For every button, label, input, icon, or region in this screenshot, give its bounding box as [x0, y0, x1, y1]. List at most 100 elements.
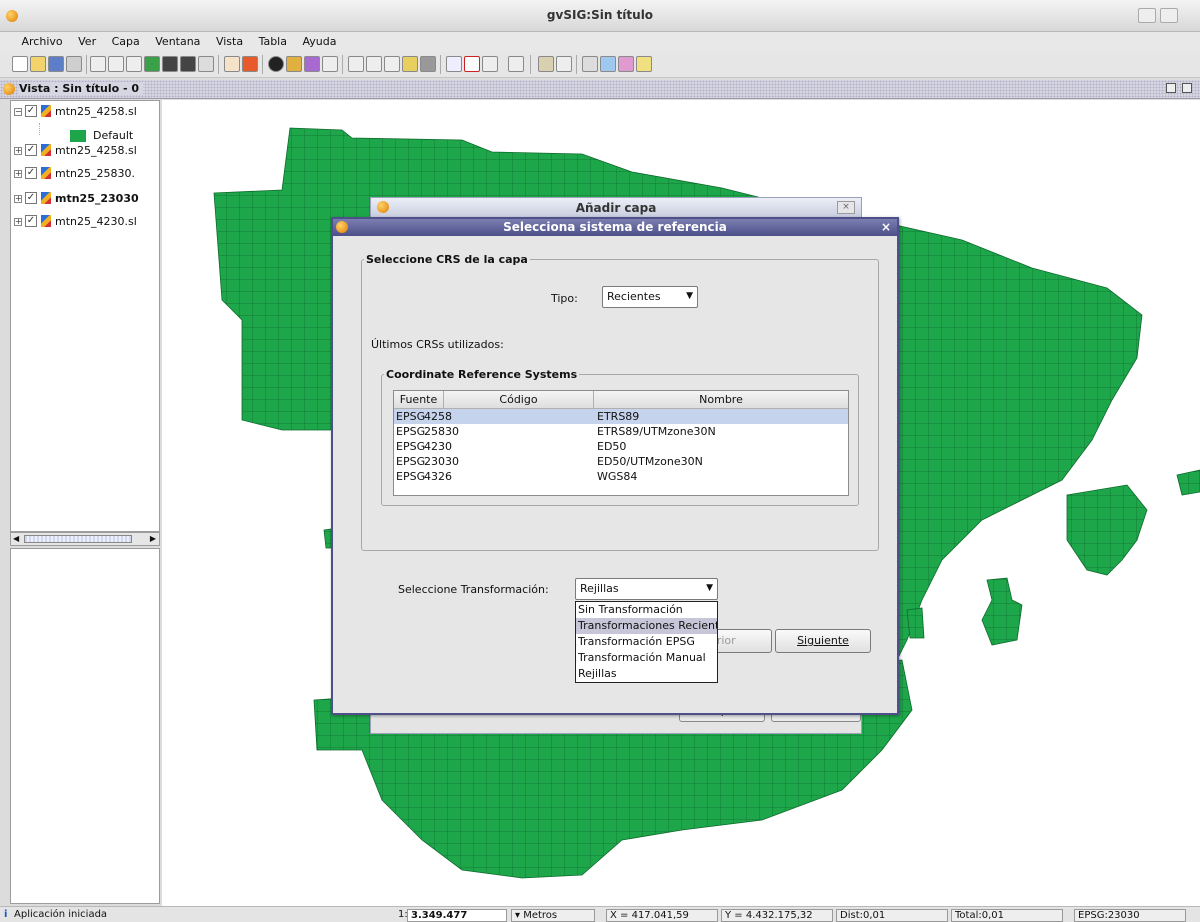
recent-crs-label: Últimos CRSs utilizados: — [371, 338, 504, 351]
layer-checkbox[interactable]: ✓ — [25, 192, 37, 204]
cell-code: 4230 — [424, 440, 452, 453]
zoom-back-icon[interactable] — [198, 56, 214, 72]
expand-icon[interactable]: + — [14, 170, 22, 178]
select-rect-icon[interactable] — [366, 56, 382, 72]
layer-checkbox[interactable]: ✓ — [25, 167, 37, 179]
scrollbar-thumb[interactable] — [24, 535, 132, 543]
menu-vista[interactable]: Vista — [210, 32, 249, 48]
window-titlebar: gvSIG:Sin título — [0, 0, 1200, 32]
scroll-left-icon[interactable]: ◀ — [13, 534, 19, 543]
transform-select[interactable]: Rejillas ▼ — [575, 578, 718, 600]
save-icon[interactable] — [48, 56, 64, 72]
menu-ayuda[interactable]: Ayuda — [296, 32, 342, 48]
dropdown-option[interactable]: Sin Transformación — [576, 602, 717, 618]
dropdown-option[interactable]: Transformación Manual — [576, 650, 717, 666]
total: Total:0,01 — [951, 909, 1063, 922]
zoom-icon[interactable] — [126, 56, 142, 72]
close-icon[interactable]: × — [881, 220, 891, 234]
layer-icon — [41, 215, 51, 227]
info-icon[interactable] — [268, 56, 284, 72]
copy-icon[interactable] — [600, 56, 616, 72]
measure-area-icon[interactable] — [286, 56, 302, 72]
clear-select-icon[interactable] — [420, 56, 436, 72]
grid-icon[interactable] — [556, 56, 572, 72]
type-select[interactable]: Recientes ▼ — [602, 286, 698, 308]
menu-capa[interactable]: Capa — [106, 32, 146, 48]
expand-icon[interactable]: + — [14, 218, 22, 226]
dropdown-option[interactable]: Rejillas — [576, 666, 717, 682]
cell-name: WGS84 — [597, 470, 638, 483]
hyperlink-icon[interactable] — [322, 56, 338, 72]
minimize-icon[interactable] — [1138, 8, 1156, 23]
distance: Dist:0,01 — [836, 909, 948, 922]
locator-icon[interactable] — [242, 56, 258, 72]
next-button[interactable]: Siguiente — [775, 629, 871, 653]
restore-icon[interactable] — [1166, 83, 1176, 93]
view-title: Vista : Sin título - 0 — [19, 82, 144, 95]
dropdown-option[interactable]: Transformación EPSG — [576, 634, 717, 650]
crs-group-title: Seleccione CRS de la capa — [366, 253, 528, 266]
table-row[interactable]: EPSG 4258 ETRS89 — [394, 409, 848, 424]
layer-checkbox[interactable]: ✓ — [25, 105, 37, 117]
layer-item[interactable]: + ✓ mtn25_4258.sl — [11, 142, 159, 160]
toc-scrollbar[interactable]: ◀ ▶ — [10, 532, 160, 546]
select-icon[interactable] — [348, 56, 364, 72]
table-row[interactable]: EPSG 23030 ED50/UTMzone30N — [394, 454, 848, 469]
open-icon[interactable] — [30, 56, 46, 72]
layer-checkbox[interactable]: ✓ — [25, 215, 37, 227]
dropdown-option[interactable]: Transformaciones Recientes — [576, 618, 717, 634]
expand-icon[interactable]: + — [14, 147, 22, 155]
menu-archivo[interactable]: Archivo — [16, 32, 69, 48]
layer-checkbox[interactable]: ✓ — [25, 144, 37, 156]
zoom-layer-icon[interactable] — [144, 56, 160, 72]
zoom-select-icon[interactable] — [180, 56, 196, 72]
tree-line — [39, 123, 40, 135]
units-select[interactable]: ▾ Metros — [511, 909, 595, 922]
menu-ver[interactable]: Ver — [72, 32, 102, 48]
filter-icon[interactable] — [446, 56, 462, 72]
zoom-full-icon[interactable] — [162, 56, 178, 72]
menu-ventana[interactable]: Ventana — [149, 32, 206, 48]
zoom-out-icon[interactable] — [108, 56, 124, 72]
invert-select-icon[interactable] — [402, 56, 418, 72]
zoom-select-layer-icon[interactable] — [508, 56, 524, 72]
column-header-nombre[interactable]: Nombre — [594, 391, 848, 409]
cell-name: ED50 — [597, 440, 627, 453]
table-row[interactable]: EPSG 4326 WGS84 — [394, 469, 848, 484]
new-icon[interactable] — [12, 56, 28, 72]
measure-distance-icon[interactable] — [304, 56, 320, 72]
table-icon[interactable] — [538, 56, 554, 72]
pan-icon[interactable] — [224, 56, 240, 72]
edit-icon[interactable] — [636, 56, 652, 72]
tools-icon[interactable] — [582, 56, 598, 72]
collapse-icon[interactable]: − — [14, 108, 22, 116]
select-poly-icon[interactable] — [384, 56, 400, 72]
cell-source: EPSG — [396, 425, 426, 438]
zoom-in-icon[interactable] — [90, 56, 106, 72]
table-row[interactable]: EPSG 25830 ETRS89/UTMzone30N — [394, 424, 848, 439]
graphic-icon[interactable] — [482, 56, 498, 72]
cell-name: ETRS89 — [597, 410, 640, 423]
layer-item[interactable]: + ✓ mtn25_23030 — [11, 190, 159, 208]
cell-name: ETRS89/UTMzone30N — [597, 425, 716, 438]
status-bar: i Aplicación iniciada 1: 3.349.477 ▾ Met… — [0, 906, 1200, 922]
scroll-right-icon[interactable]: ▶ — [150, 534, 156, 543]
expand-icon[interactable]: + — [14, 195, 22, 203]
layer-icon[interactable] — [66, 56, 82, 72]
maximize-icon[interactable] — [1182, 83, 1192, 93]
close-icon[interactable]: × — [837, 201, 855, 214]
table-row[interactable]: EPSG 4230 ED50 — [394, 439, 848, 454]
menu-tabla[interactable]: Tabla — [253, 32, 293, 48]
layer-item[interactable]: − ✓ mtn25_4258.sl — [11, 103, 159, 121]
cell-source: EPSG — [396, 410, 426, 423]
column-header-codigo[interactable]: Código — [444, 391, 594, 409]
paste-icon[interactable] — [618, 56, 634, 72]
layer-icon — [41, 192, 51, 204]
maximize-icon[interactable] — [1160, 8, 1178, 23]
rectangle-icon[interactable] — [464, 56, 480, 72]
scale-input[interactable]: 3.349.477 — [407, 909, 507, 922]
layer-item[interactable]: + ✓ mtn25_4230.sl — [11, 213, 159, 231]
column-header-fuente[interactable]: Fuente — [394, 391, 444, 409]
layer-item[interactable]: + ✓ mtn25_25830. — [11, 165, 159, 183]
layer-icon — [41, 144, 51, 156]
